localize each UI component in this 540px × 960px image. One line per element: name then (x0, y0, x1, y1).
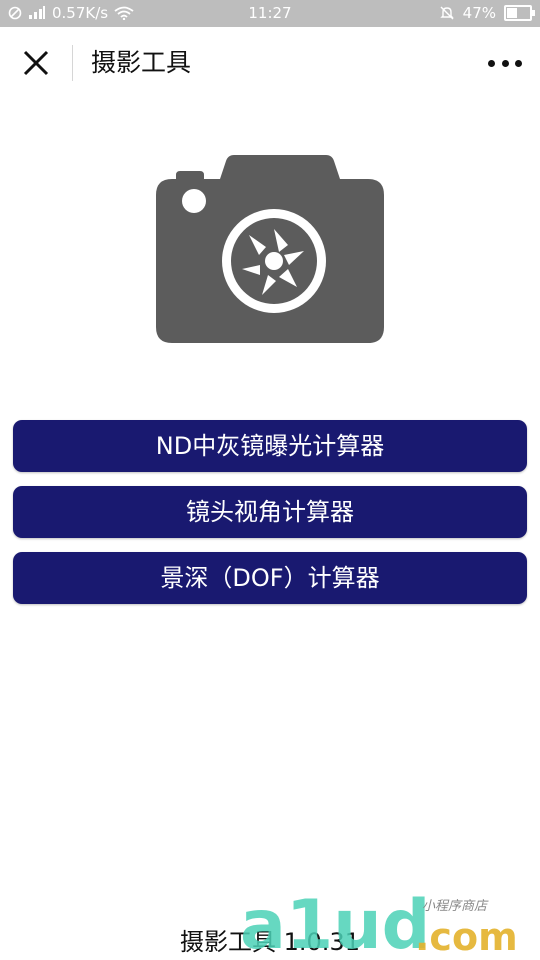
watermark-brand: a1ud (240, 888, 430, 960)
battery-percent: 47% (462, 4, 496, 22)
status-right: 47% (439, 4, 535, 22)
more-icon-dot (515, 59, 522, 67)
more-button[interactable] (488, 49, 522, 77)
nav-bar: 摄影工具 (0, 27, 540, 99)
more-icon-dot (501, 59, 509, 67)
lens-fov-calculator-button[interactable]: 镜头视角计算器 (13, 486, 527, 538)
status-bar: 0.57K/s 11:27 47% (0, 0, 540, 27)
nav-divider (72, 45, 73, 81)
watermark-tagline: 小程序商店 (422, 899, 489, 914)
battery-icon (504, 5, 535, 21)
close-icon (23, 50, 49, 76)
nd-calculator-button[interactable]: ND中灰镜曝光计算器 (13, 420, 527, 472)
dof-calculator-button[interactable]: 景深（DOF）计算器 (13, 552, 527, 604)
close-button[interactable] (18, 45, 54, 81)
page-title: 摄影工具 (91, 48, 192, 77)
mute-icon (439, 6, 454, 20)
more-icon (488, 59, 495, 67)
camera-icon (156, 155, 384, 343)
watermark: a1ud .com 小程序商店 (240, 888, 518, 960)
watermark-domain: .com (415, 915, 518, 959)
